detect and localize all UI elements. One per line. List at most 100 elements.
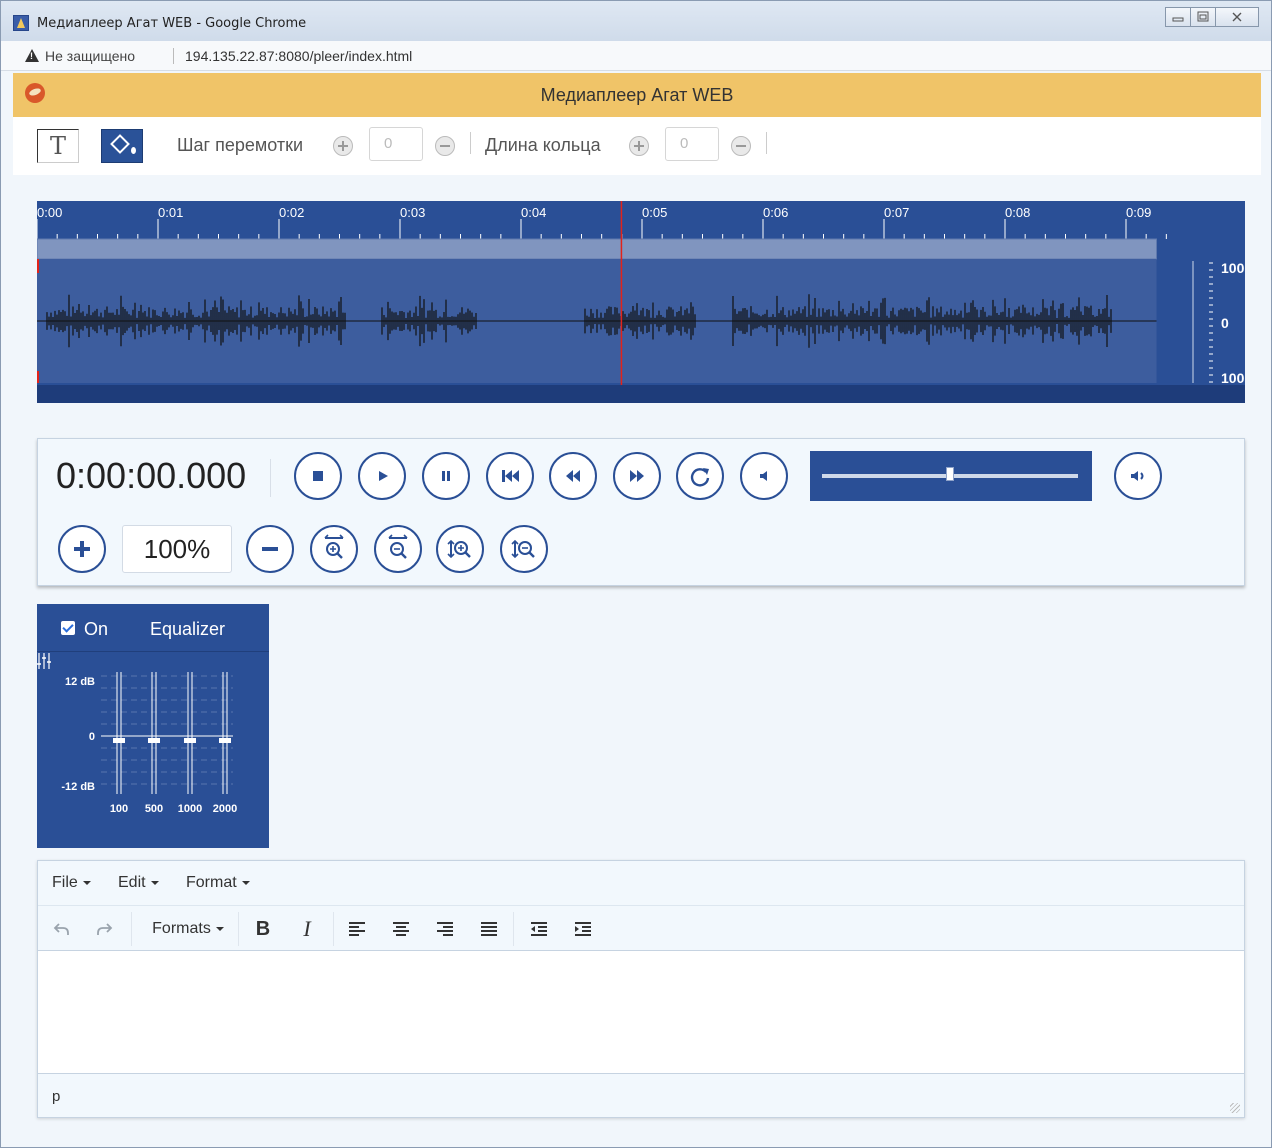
volume-button[interactable] [1114,452,1162,500]
play-button[interactable] [358,452,406,500]
editor-toolbar-separator [513,912,514,946]
stop-button[interactable] [294,452,342,500]
waveform-svg[interactable]: 0:00 0:01 0:02 0:03 0:04 0:05 0:06 0:07 0:08 0:09… [37,201,1245,403]
outdent-button[interactable] [524,914,554,944]
equalizer-sliders[interactable]: 12 dB 0 -12 dB 100 500 1000 2000 [37,652,269,848]
equalizer-title: Equalizer [150,619,226,639]
waveform-panel[interactable]: 0:00 0:01 0:02 0:03 0:04 0:05 0:06 0:07 0:08 0:09… [37,201,1245,403]
fast-forward-button[interactable] [613,452,661,500]
volume-icon [1131,471,1144,481]
zoom-in-horizontal-button[interactable] [310,525,358,573]
app-header: Медиаплеер Агат WEB [13,73,1261,117]
warning-icon [25,49,39,62]
editor-menubar: File Edit Format [38,861,1244,905]
eq-band-thumb[interactable] [184,738,196,743]
editor-toolbar-separator [131,912,132,946]
minus-icon [262,547,278,551]
italic-button[interactable]: I [292,914,322,944]
rewind-button[interactable] [549,452,597,500]
fast-forward-icon [630,470,644,482]
rewind-step-input[interactable]: 0 [369,127,423,161]
zoom-in-horizontal-icon [324,534,344,559]
eq-band-thumb[interactable] [219,738,231,743]
element-path[interactable]: p [52,1088,60,1105]
plus-icon [74,541,90,557]
outdent-icon [531,922,547,936]
loop-button[interactable] [676,452,724,500]
eq-scale-label: 0 [89,731,95,743]
redo-icon [97,923,113,935]
amplitude-scale-label: 100 [1221,260,1245,276]
eq-band-frequency: 2000 [213,803,237,815]
equalizer-enabled-label[interactable]: On [84,619,108,640]
window-controls [1165,7,1259,27]
equalizer-panel: On Equalizer 12 dB 0 -12 dB 100 500 1000 2000 [37,604,269,848]
amplitude-scale-label: 0 [1221,315,1229,331]
menu-format-label: Format [186,874,237,891]
loop-length-increase-button[interactable] [629,136,649,156]
zoom-in-vertical-button[interactable] [436,525,484,573]
transport-panel: 0:00:00.000 100% [37,438,1245,586]
indent-button[interactable] [568,914,598,944]
zoom-out-vertical-button[interactable] [500,525,548,573]
time-tick-label: 0:08 [1005,205,1030,220]
pause-button[interactable] [422,452,470,500]
align-right-button[interactable] [430,914,460,944]
bold-button[interactable]: B [248,914,278,944]
editor-content-area[interactable] [38,951,1244,1073]
time-tick-label: 0:05 [642,205,667,220]
zoom-in-button[interactable] [58,525,106,573]
text-mode-button[interactable]: T [37,129,79,163]
resize-handle-icon[interactable] [1230,1103,1240,1113]
rewind-step-decrease-button[interactable] [435,136,455,156]
caret-down-icon [215,927,224,931]
maximize-button[interactable] [1190,7,1216,27]
skip-to-start-button[interactable] [486,452,534,500]
eq-band-frequency: 1000 [178,803,202,815]
stop-icon [313,471,323,481]
mute-button[interactable] [740,452,788,500]
rewind-step-increase-button[interactable] [333,136,353,156]
eq-band-frequency: 100 [110,803,128,815]
loop-length-label: Длина кольца [485,135,601,155]
align-justify-button[interactable] [474,914,504,944]
zoom-value[interactable]: 100% [122,525,232,573]
waveform-scrollbar[interactable] [37,385,1245,403]
play-icon [379,471,388,481]
security-status[interactable]: Не защищено [45,48,135,64]
volume-thumb[interactable] [946,467,954,481]
eq-band-thumb[interactable] [113,738,125,743]
volume-slider[interactable] [810,451,1092,501]
time-tick-label: 0:02 [279,205,304,220]
loop-length-decrease-button[interactable] [731,136,751,156]
eq-scale-label: -12 dB [61,781,95,793]
window-titlebar: Медиаплеер Агат WEB - Google Chrome [1,1,1271,41]
align-center-button[interactable] [386,914,416,944]
pause-icon [442,471,450,481]
zoom-out-button[interactable] [246,525,294,573]
menu-format[interactable]: Format [186,874,250,892]
eq-band-thumb[interactable] [148,738,160,743]
menu-file[interactable]: File [52,874,91,892]
menu-edit[interactable]: Edit [118,874,159,892]
loop-length-input[interactable]: 0 [665,127,719,161]
align-left-button[interactable] [342,914,372,944]
minimize-button[interactable] [1165,7,1191,27]
fill-mode-button[interactable] [101,129,143,163]
app-title: Медиаплеер Агат WEB [540,85,734,105]
url-text[interactable]: 194.135.22.87:8080/pleer/index.html [185,48,412,64]
zoom-out-horizontal-icon [388,534,408,559]
address-bar[interactable]: Не защищено 194.135.22.87:8080/pleer/ind… [1,41,1271,71]
zoom-out-horizontal-button[interactable] [374,525,422,573]
timecode-display: 0:00:00.000 [56,455,247,496]
time-tick-label: 0:09 [1126,205,1151,220]
overview-bar[interactable] [37,238,1157,260]
rewind-step-label: Шаг перемотки [177,135,304,155]
close-button[interactable] [1215,7,1259,27]
redo-button[interactable] [90,914,118,944]
equalizer-enabled-checkbox[interactable] [61,621,75,635]
text-editor: File Edit Format Formats B I p [37,860,1245,1118]
formats-dropdown[interactable]: Formats [140,914,236,944]
rewind-icon [566,470,580,482]
undo-button[interactable] [48,914,76,944]
